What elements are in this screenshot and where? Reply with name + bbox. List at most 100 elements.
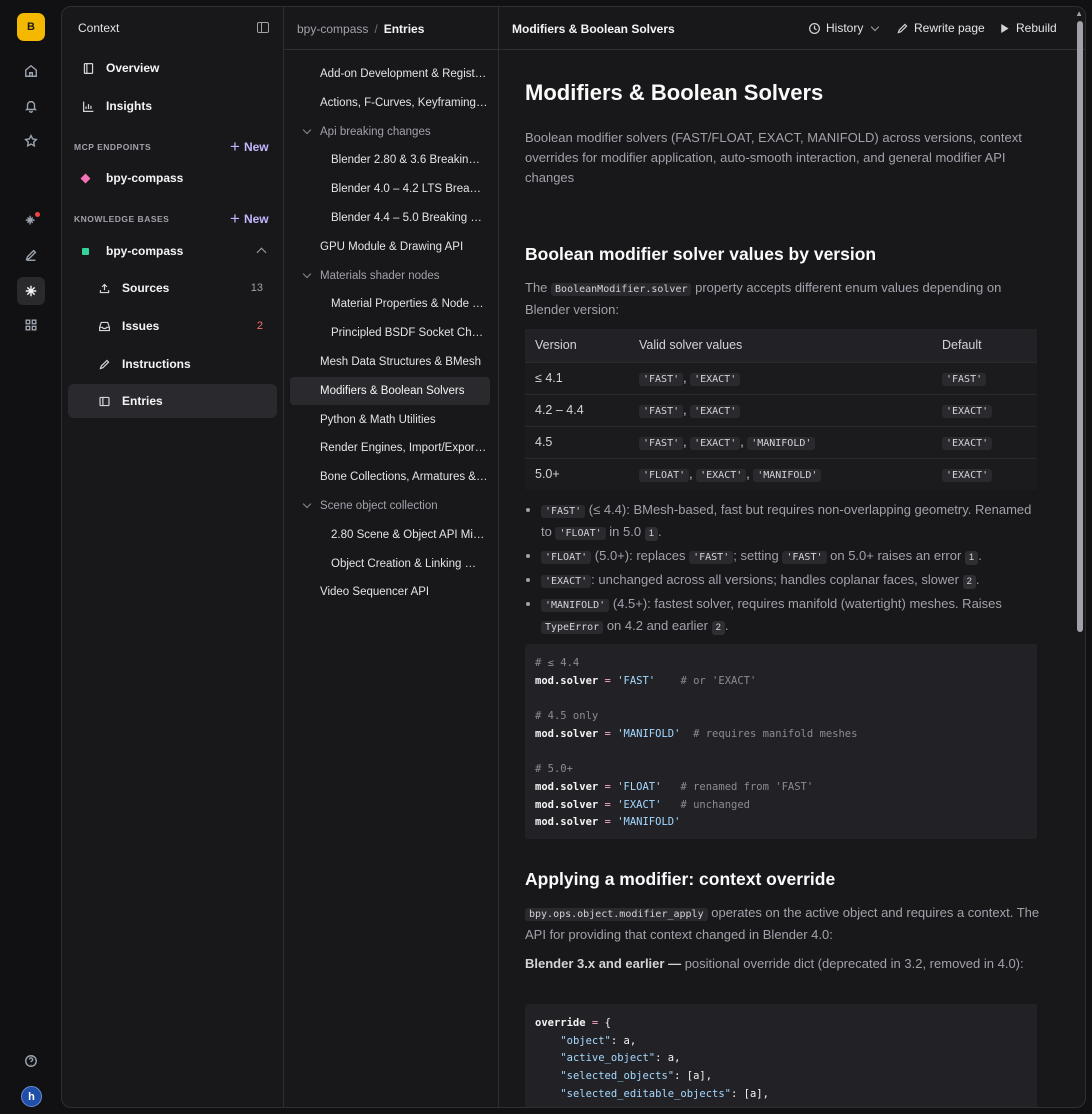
- rewrite-page-button[interactable]: Rewrite page: [896, 21, 985, 35]
- inline-code: 'FAST': [639, 437, 684, 450]
- help-icon[interactable]: [17, 1047, 45, 1075]
- new-knowledge-base-button[interactable]: + New: [230, 210, 269, 227]
- inline-code: 'EXACT': [690, 405, 741, 418]
- history-icon: [809, 22, 820, 34]
- entry-item[interactable]: Principled BSDF Socket Changes: [290, 319, 490, 347]
- instructions-label: Instructions: [122, 357, 191, 371]
- new-label: New: [243, 140, 269, 154]
- star-icon[interactable]: [17, 127, 45, 155]
- entry-item[interactable]: Blender 4.0 – 4.2 LTS Breaking Changes: [290, 175, 490, 203]
- code-lhs: mod.solver: [535, 727, 599, 740]
- inline-code: 'EXACT': [690, 437, 741, 450]
- workspace-logo[interactable]: B: [17, 13, 45, 41]
- inline-code: 'MANIFOLD': [753, 469, 822, 483]
- entry-label: Object Creation & Linking Workflows: [331, 557, 486, 570]
- entry-item[interactable]: Material Properties & Node Trees: [290, 290, 490, 318]
- code-line: mod.solver = 'FAST' # or 'EXACT': [535, 673, 1027, 691]
- nav-overview[interactable]: Overview: [68, 51, 277, 85]
- nav-insights[interactable]: Insights: [68, 89, 277, 123]
- code-line: # 4.5 only: [535, 708, 1027, 726]
- bell-icon[interactable]: [17, 92, 45, 120]
- cell-version: 4.5: [525, 425, 629, 458]
- chevron-down-icon[interactable]: [302, 125, 312, 134]
- grid-icon[interactable]: [17, 311, 45, 339]
- entry-label: Video Sequencer API: [320, 586, 430, 599]
- entries-label: Entries: [122, 394, 163, 408]
- chevron-down-icon[interactable]: [302, 269, 312, 278]
- entry-item[interactable]: Bone Collections, Armatures & Rigging: [290, 463, 490, 491]
- rebuild-label: Rebuild: [1016, 21, 1057, 35]
- entry-item[interactable]: Blender 4.4 – 5.0 Breaking Changes: [290, 204, 490, 232]
- inline-code: 'MANIFOLD': [747, 437, 816, 450]
- entry-item[interactable]: Python & Math Utilities: [290, 406, 490, 434]
- entry-label: Blender 2.80 & 3.6 Breaking Changes: [331, 154, 486, 167]
- chart-icon: [82, 100, 106, 113]
- kb-item-entries[interactable]: Entries: [68, 384, 277, 418]
- kb-item-instructions[interactable]: Instructions: [68, 347, 277, 381]
- mcp-item-bpy-compass[interactable]: bpy-compass: [68, 161, 277, 195]
- footnote-ref[interactable]: 2: [962, 575, 976, 589]
- footnote-ref[interactable]: 2: [711, 621, 725, 635]
- kb-item-sources[interactable]: Sources 13: [68, 271, 277, 305]
- inline-code: 'EXACT': [942, 405, 993, 418]
- entry-item[interactable]: GPU Module & Drawing API: [290, 233, 490, 261]
- section-heading-solver: Boolean modifier solver values by versio…: [525, 244, 877, 264]
- entry-item[interactable]: Add-on Development & Registration: [290, 60, 490, 88]
- rebuild-button[interactable]: Rebuild: [998, 21, 1057, 35]
- code-op: =: [591, 1017, 599, 1029]
- entry-label: Add-on Development & Registration: [320, 68, 488, 80]
- inline-code: bpy.ops.object.modifier_apply: [525, 908, 708, 921]
- entry-group[interactable]: Materials shader nodes: [290, 262, 490, 290]
- entry-item[interactable]: Mesh Data Structures & BMesh: [290, 348, 490, 376]
- entry-item[interactable]: Actions, F-Curves, Keyframing & Drivers: [290, 89, 490, 117]
- breadcrumb-parent[interactable]: bpy-compass: [297, 22, 368, 36]
- code-block-solver[interactable]: # ≤ 4.4 mod.solver = 'FAST' # or 'EXACT' #…: [525, 644, 1037, 839]
- asterisk-icon[interactable]: [17, 277, 45, 305]
- kb-item-issues[interactable]: Issues 2: [68, 309, 277, 343]
- entry-item[interactable]: Blender 2.80 & 3.6 Breaking Changes: [290, 146, 490, 174]
- entry-group[interactable]: Scene object collection: [290, 492, 490, 520]
- entry-item[interactable]: Modifiers & Boolean Solvers: [290, 376, 490, 405]
- entry-label: 2.80 Scene & Object API Migration: [331, 528, 486, 541]
- solver-notes: 'FAST' (≤ 4.4): BMesh-based, fast but re…: [541, 500, 1041, 640]
- code-string: "selected_objects": [560, 1070, 675, 1083]
- pen-icon[interactable]: [17, 241, 45, 269]
- code-line: "selected_editable_objects": [a],: [560, 1087, 769, 1100]
- entry-item[interactable]: Object Creation & Linking Workflows: [290, 550, 490, 578]
- entry-label: Material Properties & Node Trees: [331, 298, 486, 311]
- inline-code: BooleanModifier.solver: [551, 283, 692, 296]
- home-icon[interactable]: [17, 57, 45, 85]
- scrollbar-thumb[interactable]: [1077, 21, 1083, 632]
- chevron-up-icon[interactable]: [256, 247, 267, 258]
- sidebar-toggle-icon[interactable]: [257, 22, 269, 33]
- code-line: "selected_objects": [a],: [560, 1070, 713, 1083]
- sparkle-icon[interactable]: [17, 207, 45, 235]
- cell-values: 'FAST', 'EXACT': [629, 393, 932, 426]
- breadcrumb-current: Entries: [383, 22, 425, 36]
- entry-item[interactable]: Render Engines, Import/Export & Baking: [290, 434, 490, 462]
- code-value: [a],: [743, 1087, 769, 1100]
- footnote-ref[interactable]: 1: [644, 527, 658, 541]
- kb-bpy-compass[interactable]: bpy-compass: [68, 234, 277, 268]
- entry-label: Scene object collection: [320, 500, 438, 512]
- new-mcp-endpoint-button[interactable]: + New: [230, 138, 269, 155]
- code-block-override[interactable]: override = { "object": a, "active_object…: [525, 1004, 1037, 1107]
- solver-table: Version Valid solver values Default ≤ 4.…: [525, 329, 1037, 490]
- entry-item[interactable]: Video Sequencer API: [290, 578, 490, 606]
- entry-group[interactable]: Api breaking changes: [290, 118, 490, 146]
- entry-item[interactable]: 2.80 Scene & Object API Migration: [290, 521, 490, 549]
- scroll-up-arrow[interactable]: ▲: [1075, 9, 1083, 18]
- doc-title: Modifiers & Boolean Solvers: [525, 80, 824, 105]
- footnote-ref[interactable]: 1: [964, 551, 979, 565]
- history-button[interactable]: History: [808, 21, 880, 35]
- code-lhs: override: [535, 1017, 586, 1029]
- code-string: "active_object": [560, 1052, 656, 1065]
- chevron-down-icon[interactable]: [302, 499, 312, 509]
- code-string: 'FAST': [617, 674, 656, 687]
- cell-version: 4.2 – 4.4: [525, 393, 629, 426]
- inline-code: 'EXACT': [942, 437, 993, 450]
- pencil-icon: [897, 23, 908, 34]
- new-label: New: [243, 212, 269, 226]
- user-avatar[interactable]: h: [21, 1086, 42, 1107]
- code-lhs: mod.solver: [535, 780, 599, 793]
